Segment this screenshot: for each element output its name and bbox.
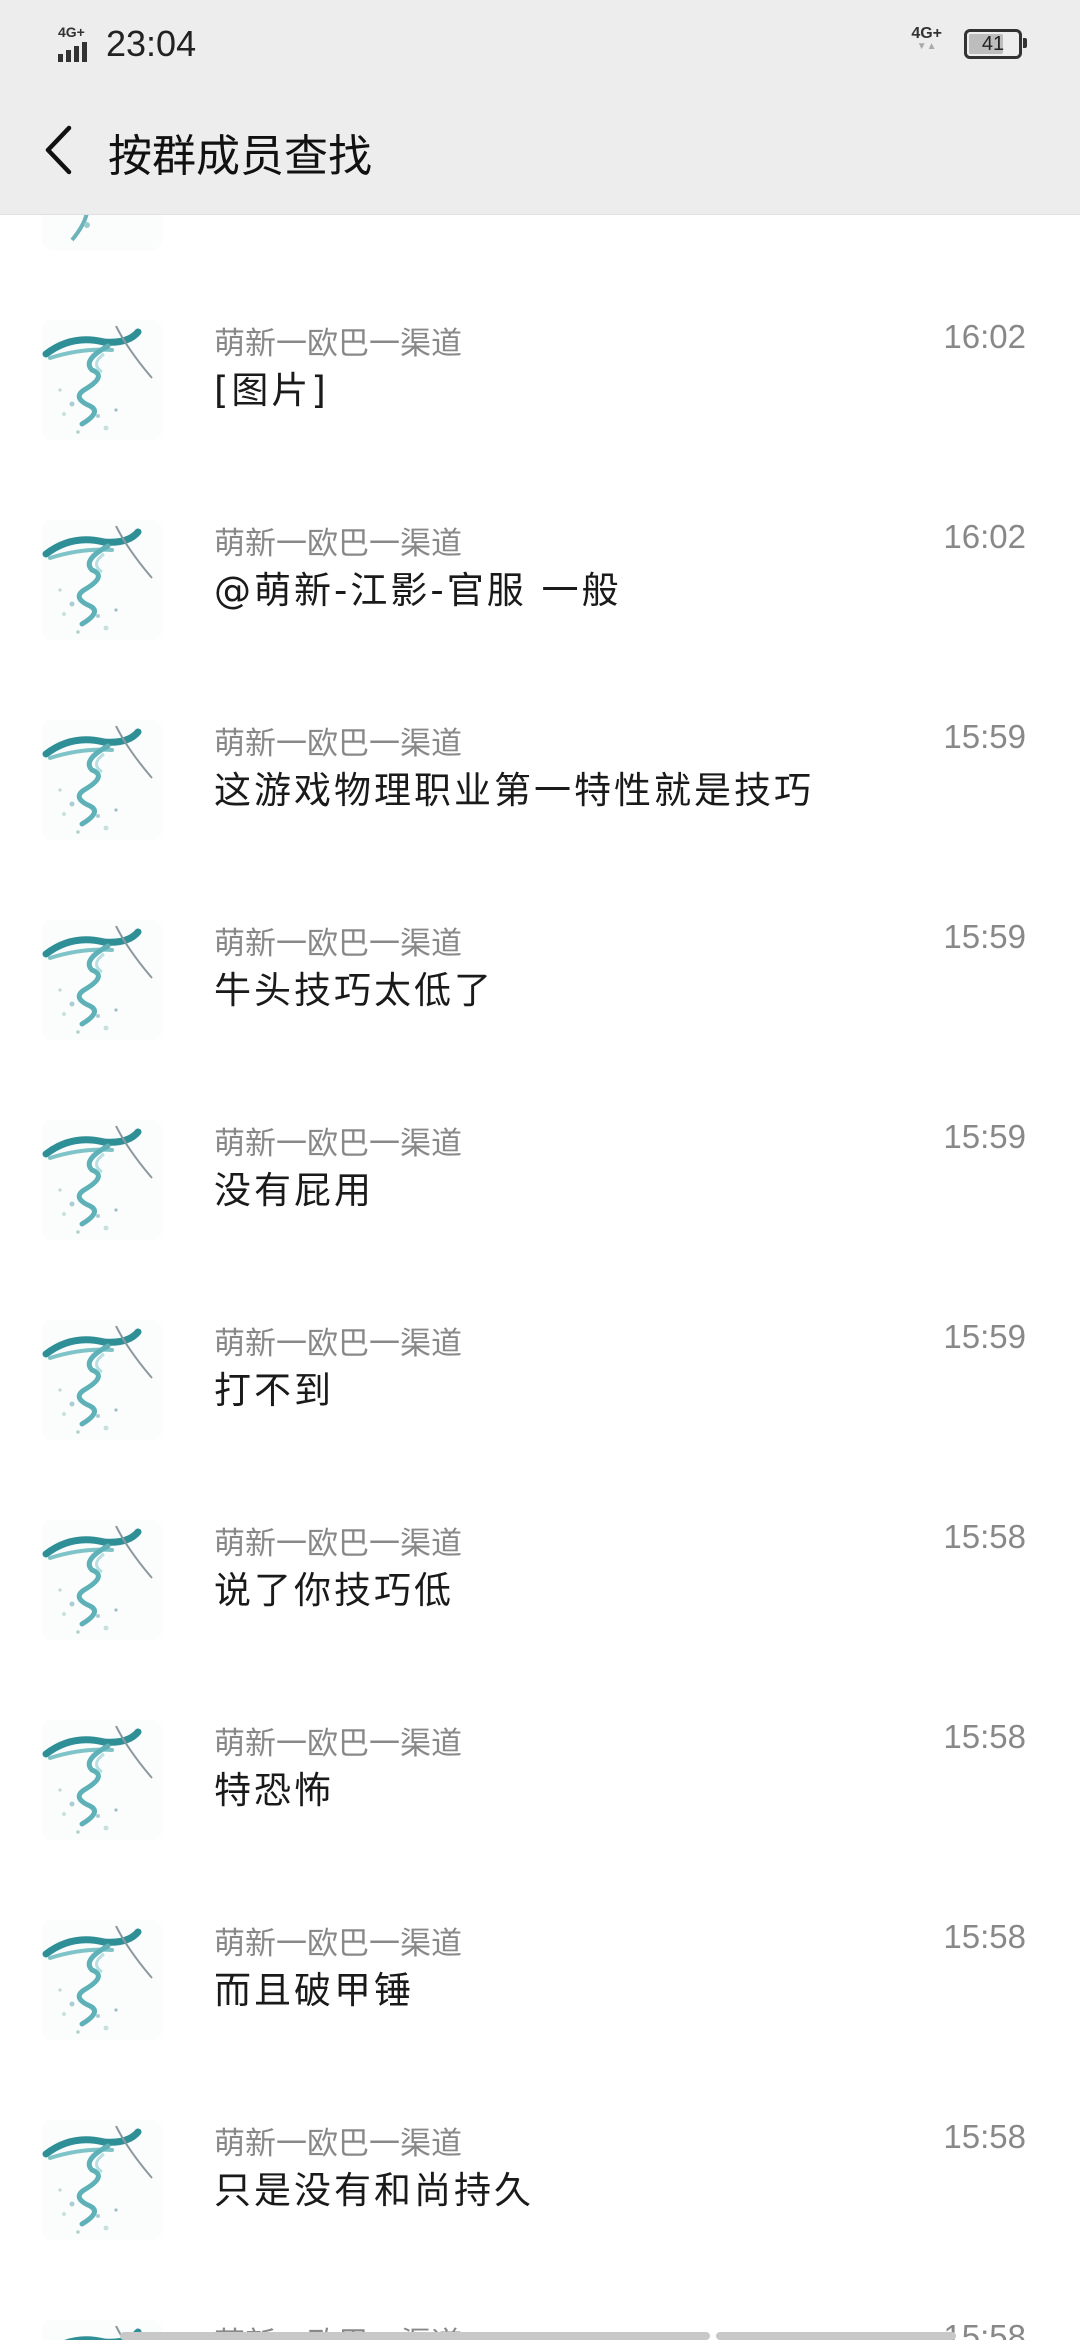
sender-name: 萌新一欧巴一渠道 — [214, 1526, 462, 1562]
message-text: 没有屁用 — [214, 1169, 374, 1212]
message-time: 15:58 — [943, 2118, 1026, 2155]
message-time: 16:02 — [943, 318, 1026, 355]
message-item[interactable]: 萌新一欧巴一渠道 16:02 [图片] — [0, 214, 1080, 440]
back-button[interactable] — [28, 116, 88, 184]
sender-name: 萌新一欧巴一渠道 — [214, 1326, 462, 1362]
message-time: 15:59 — [943, 1318, 1026, 1355]
message-time: 15:58 — [943, 1918, 1026, 1955]
message-text: 打不到 — [214, 1369, 334, 1412]
sender-name: 萌新一欧巴一渠道 — [214, 1926, 462, 1962]
battery-icon: 41 — [964, 29, 1027, 59]
sender-name: 萌新一欧巴一渠道 — [214, 2126, 462, 2162]
sender-name: 萌新一欧巴一渠道 — [214, 926, 462, 962]
message-time: 15:59 — [943, 1118, 1026, 1155]
scroll-indicator — [120, 2332, 710, 2340]
sender-name: 萌新一欧巴一渠道 — [214, 1126, 462, 1162]
sender-name: 萌新一欧巴一渠道 — [214, 1726, 462, 1762]
message-item[interactable]: 萌新一欧巴一渠道 15:59 这游戏物理职业第一特性就是技巧 — [0, 614, 1080, 840]
network-type-label: 4G+ — [58, 24, 85, 40]
message-list[interactable]: 萌新一欧巴一渠道 16:02 [图片] 萌新一欧巴一渠道 16:02 @萌新-江… — [0, 214, 1080, 2340]
message-item[interactable]: 萌新一欧巴一渠道 15:58 而且破甲锤 — [0, 1814, 1080, 2040]
signal-icon: 4G+ — [58, 24, 92, 62]
chevron-left-icon — [45, 125, 72, 175]
message-time: 15:58 — [943, 1718, 1026, 1755]
nav-bar: 按群成员查找 — [0, 86, 1080, 215]
message-text: 这游戏物理职业第一特性就是技巧 — [214, 769, 814, 812]
page-title: 按群成员查找 — [108, 131, 372, 182]
message-text: [图片] — [214, 369, 329, 412]
message-text: @萌新-江影-官服 一般 — [214, 569, 622, 612]
message-text: 说了你技巧低 — [214, 1569, 454, 1612]
message-item[interactable]: 萌新一欧巴一渠道 15:58 说了你技巧低 — [0, 1414, 1080, 1640]
status-bar: 4G+ 23:04 4G+ ▼▲ 41 — [0, 0, 1080, 86]
message-item[interactable]: 萌新一欧巴一渠道 15:58 — [0, 2214, 1080, 2340]
message-time: 15:59 — [943, 918, 1026, 955]
message-time: 15:59 — [943, 718, 1026, 755]
sender-name: 萌新一欧巴一渠道 — [214, 326, 462, 362]
message-item[interactable]: 萌新一欧巴一渠道 15:59 打不到 — [0, 1214, 1080, 1440]
status-right: 4G+ ▼▲ 41 — [911, 22, 1027, 66]
message-item[interactable]: 萌新一欧巴一渠道 15:58 特恐怖 — [0, 1614, 1080, 1840]
message-text: 牛头技巧太低了 — [214, 969, 494, 1012]
message-text: 而且破甲锤 — [214, 1969, 414, 2012]
message-item[interactable]: 萌新一欧巴一渠道 15:58 只是没有和尚持久 — [0, 2014, 1080, 2240]
message-time: 16:02 — [943, 518, 1026, 555]
sender-name: 萌新一欧巴一渠道 — [214, 526, 462, 562]
message-text: 只是没有和尚持久 — [214, 2169, 534, 2212]
message-text: 特恐怖 — [214, 1769, 334, 1812]
mobile-data-icon: 4G+ ▼▲ — [911, 24, 942, 52]
mobile-data-label: 4G+ — [911, 24, 942, 42]
status-time: 23:04 — [106, 23, 197, 64]
battery-level: 41 — [981, 32, 1005, 55]
message-time: 15:58 — [943, 1518, 1026, 1555]
sender-name: 萌新一欧巴一渠道 — [214, 726, 462, 762]
message-item[interactable]: 萌新一欧巴一渠道 16:02 @萌新-江影-官服 一般 — [0, 414, 1080, 640]
scroll-indicator — [716, 2332, 956, 2340]
message-item[interactable]: 萌新一欧巴一渠道 15:59 没有屁用 — [0, 1014, 1080, 1240]
status-left: 4G+ 23:04 — [58, 20, 196, 68]
message-item[interactable]: 萌新一欧巴一渠道 15:59 牛头技巧太低了 — [0, 814, 1080, 1040]
